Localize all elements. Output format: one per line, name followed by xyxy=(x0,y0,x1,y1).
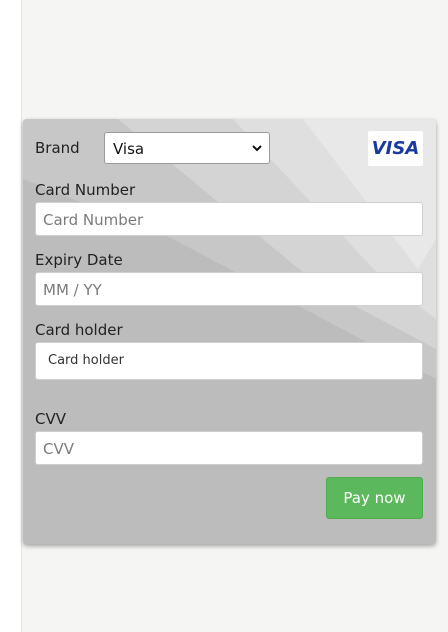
expiry-date-label: Expiry Date xyxy=(35,251,123,269)
expiry-date-input[interactable]: MM / YY xyxy=(35,272,423,306)
card-number-label: Card Number xyxy=(35,181,136,199)
card-holder-input[interactable]: Card holder xyxy=(35,342,423,380)
pay-now-button[interactable]: Pay now xyxy=(326,477,423,519)
payment-card-form: Brand Visa VISA Card Number Card Number … xyxy=(23,119,436,544)
chevron-down-icon xyxy=(252,145,262,152)
brand-label: Brand xyxy=(35,139,80,157)
cvv-label: CVV xyxy=(35,410,66,428)
card-number-placeholder: Card Number xyxy=(43,211,144,229)
visa-logo-text: VISA xyxy=(371,138,420,159)
visa-logo: VISA xyxy=(368,131,423,166)
card-number-input[interactable]: Card Number xyxy=(35,202,423,236)
expiry-date-placeholder: MM / YY xyxy=(43,281,102,299)
brand-select-value: Visa xyxy=(113,140,145,158)
cvv-input[interactable]: CVV xyxy=(35,431,423,465)
brand-select[interactable]: Visa xyxy=(104,132,270,164)
card-holder-placeholder: Card holder xyxy=(48,353,124,368)
card-holder-label: Card holder xyxy=(35,321,123,339)
left-panel-edge xyxy=(0,0,22,632)
cvv-placeholder: CVV xyxy=(43,440,74,458)
